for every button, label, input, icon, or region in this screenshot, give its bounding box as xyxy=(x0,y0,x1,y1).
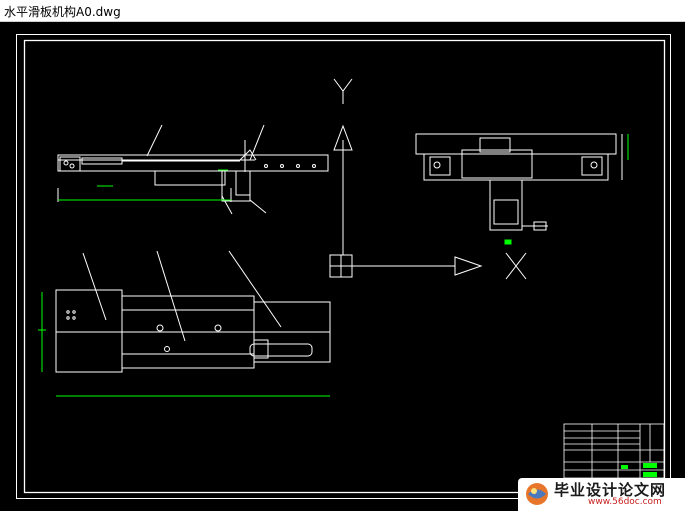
title-bar: 水平滑板机构A0.dwg xyxy=(0,0,685,22)
watermark-url: www.56doc.com xyxy=(588,497,662,507)
ucs-icon xyxy=(329,78,527,280)
globe-logo-icon xyxy=(526,483,548,505)
site-watermark: 毕业设计论文网 www.56doc.com xyxy=(518,478,685,511)
drawing-canvas[interactable] xyxy=(0,22,685,511)
plan-view xyxy=(55,250,331,373)
window-title: 水平滑板机构A0.dwg xyxy=(4,5,121,19)
side-view xyxy=(57,124,329,215)
end-section-view xyxy=(415,133,623,231)
